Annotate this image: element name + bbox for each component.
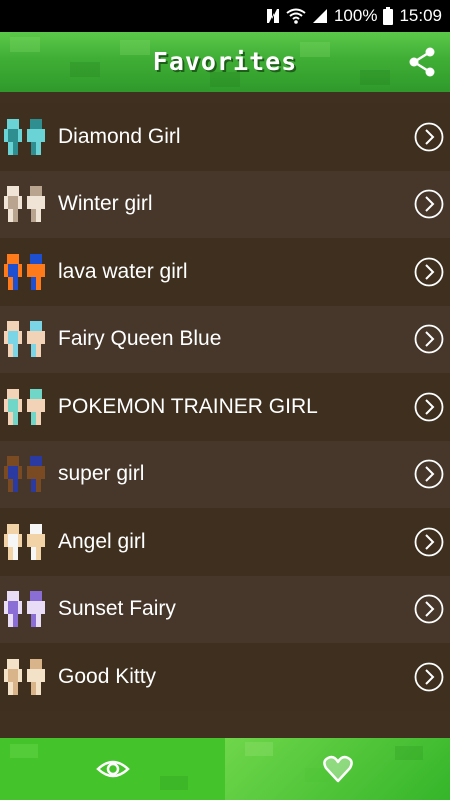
eye-icon [95, 760, 130, 778]
list-item[interactable]: lava water girl [0, 238, 450, 306]
tab-browse[interactable] [0, 738, 225, 800]
skin-thumbnail [4, 591, 45, 628]
tab-favorites[interactable] [225, 738, 450, 800]
list-item[interactable]: Diamond Girl [0, 103, 450, 171]
chevron-right-icon[interactable] [414, 594, 444, 624]
chevron-right-icon[interactable] [414, 459, 444, 489]
bottom-navigation [0, 738, 450, 800]
list-item[interactable]: Fairy Queen Blue [0, 305, 450, 373]
battery-level: 100% [333, 6, 378, 25]
share-icon [409, 47, 435, 77]
list-item-label: Winter girl [58, 192, 153, 216]
list-item-label: Angel girl [58, 529, 146, 553]
list-item[interactable]: Angel girl [0, 508, 450, 576]
heart-icon [322, 755, 353, 783]
list-item[interactable]: POKEMON TRAINER GIRL [0, 373, 450, 441]
skin-thumbnail [4, 523, 45, 560]
signal-icon [312, 8, 328, 24]
list-item-label: lava water girl [58, 259, 188, 283]
list-item[interactable]: Sunset Fairy [0, 575, 450, 643]
list-item-label: super girl [58, 462, 145, 486]
chevron-right-icon[interactable] [414, 527, 444, 557]
chevron-right-icon[interactable] [414, 392, 444, 422]
nfc-icon [266, 8, 280, 24]
battery-icon [383, 7, 394, 25]
skin-thumbnail [4, 186, 45, 223]
app-bar: Favorites [0, 32, 450, 92]
list-item-label: Good Kitty [58, 664, 157, 688]
clock: 15:09 [399, 6, 442, 25]
chevron-right-icon[interactable] [414, 189, 444, 219]
skin-thumbnail [4, 118, 45, 155]
chevron-right-icon[interactable] [414, 257, 444, 287]
list-item-label: POKEMON TRAINER GIRL [58, 394, 318, 418]
list-item-label: Sunset Fairy [58, 597, 176, 621]
share-button[interactable] [406, 46, 438, 78]
status-bar: 100% 15:09 [0, 0, 450, 32]
chevron-right-icon[interactable] [414, 122, 444, 152]
favorites-list: Diamond Girl Winter girl lava water girl Fa… [0, 103, 450, 711]
list-item[interactable]: super girl [0, 440, 450, 508]
skin-thumbnail [4, 321, 45, 358]
page-title: Favorites [152, 47, 298, 76]
skin-thumbnail [4, 253, 45, 290]
list-item[interactable]: Good Kitty [0, 643, 450, 711]
wifi-icon [286, 8, 306, 24]
list-item-label: Diamond Girl [58, 124, 181, 148]
chevron-right-icon[interactable] [414, 662, 444, 692]
skin-thumbnail [4, 388, 45, 425]
skin-thumbnail [4, 658, 45, 695]
chevron-right-icon[interactable] [414, 324, 444, 354]
list-item-label: Fairy Queen Blue [58, 327, 222, 351]
skin-thumbnail [4, 456, 45, 493]
list-item[interactable]: Winter girl [0, 170, 450, 238]
